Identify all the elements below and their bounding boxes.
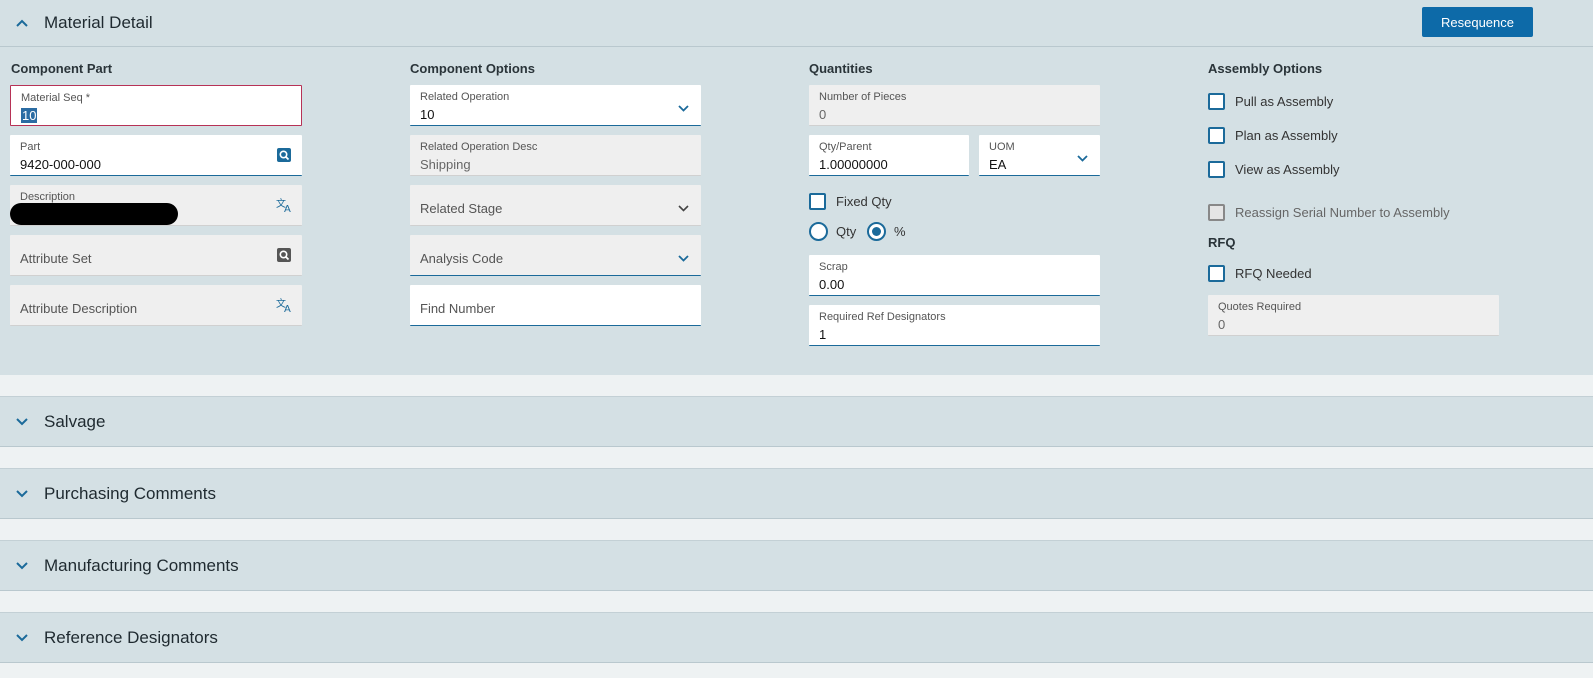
chevron-down-icon[interactable] <box>678 249 689 267</box>
description-label: Description <box>20 191 76 203</box>
attribute-set-field[interactable]: Attribute Set <box>10 235 302 276</box>
material-seq-value: 10 <box>21 108 38 123</box>
chevron-down-icon[interactable] <box>0 489 44 498</box>
manufacturing-comments-title: Manufacturing Comments <box>44 555 239 575</box>
assembly-options-heading: Assembly Options <box>1208 61 1323 76</box>
rfq-heading: RFQ <box>1208 235 1236 250</box>
required-ref-designators-value: 1 <box>819 327 827 342</box>
percent-radio-option[interactable]: % <box>867 222 906 241</box>
qty-radio-label: Qty <box>836 224 857 239</box>
plan-as-assembly-checkbox[interactable]: Plan as Assembly <box>1208 127 1338 144</box>
part-field[interactable]: Part 9420-000-000 <box>10 135 302 176</box>
related-operation-select[interactable]: Related Operation 10 <box>410 85 701 126</box>
related-operation-desc-label: Related Operation Desc <box>420 141 538 153</box>
attribute-set-placeholder: Attribute Set <box>20 251 92 266</box>
material-seq-field[interactable]: Material Seq * 10 <box>10 85 302 126</box>
qty-parent-label: Qty/Parent <box>819 141 872 153</box>
salvage-title: Salvage <box>44 411 106 431</box>
number-of-pieces-field: Number of Pieces 0 <box>809 85 1100 126</box>
uom-select[interactable]: UOM EA <box>979 135 1100 176</box>
component-options-heading: Component Options <box>410 61 535 76</box>
attribute-description-field[interactable]: Attribute Description 文A <box>10 285 302 326</box>
rfq-needed-label: RFQ Needed <box>1235 266 1312 281</box>
analysis-code-placeholder: Analysis Code <box>420 251 504 266</box>
number-of-pieces-label: Number of Pieces <box>819 91 907 103</box>
qty-parent-input[interactable]: Qty/Parent 1.00000000 <box>809 135 969 176</box>
chevron-down-icon[interactable] <box>0 561 44 570</box>
qty-parent-value: 1.00000000 <box>819 157 888 172</box>
find-number-input[interactable]: Find Number <box>410 285 701 326</box>
chevron-down-icon[interactable] <box>678 199 689 217</box>
rfq-needed-checkbox[interactable]: RFQ Needed <box>1208 265 1312 282</box>
search-document-icon[interactable] <box>276 147 292 163</box>
pull-as-assembly-checkbox[interactable]: Pull as Assembly <box>1208 93 1333 110</box>
material-seq-label: Material Seq * <box>21 92 91 104</box>
related-operation-desc-value: Shipping <box>420 157 471 172</box>
search-document-icon[interactable] <box>276 247 292 263</box>
quotes-required-field: Quotes Required 0 <box>1208 295 1499 336</box>
percent-radio[interactable] <box>867 222 886 241</box>
purchasing-comments-title: Purchasing Comments <box>44 483 216 503</box>
view-as-assembly-checkbox[interactable]: View as Assembly <box>1208 161 1340 178</box>
manufacturing-comments-section-header[interactable]: Manufacturing Comments <box>0 540 1593 591</box>
quotes-required-value: 0 <box>1218 317 1226 332</box>
quantities-heading: Quantities <box>809 61 873 76</box>
percent-radio-label: % <box>894 224 906 239</box>
resequence-button[interactable]: Resequence <box>1422 7 1533 37</box>
pull-as-assembly-label: Pull as Assembly <box>1235 94 1334 109</box>
plan-as-assembly-label: Plan as Assembly <box>1235 128 1338 143</box>
svg-text:A: A <box>284 204 291 213</box>
related-operation-label: Related Operation <box>420 91 510 103</box>
qty-radio[interactable] <box>809 222 828 241</box>
svg-text:A: A <box>284 304 291 313</box>
view-as-assembly-box[interactable] <box>1208 161 1225 178</box>
rfq-needed-box[interactable] <box>1208 265 1225 282</box>
quotes-required-label: Quotes Required <box>1218 301 1302 313</box>
reassign-serial-checkbox: Reassign Serial Number to Assembly <box>1208 204 1450 221</box>
material-detail-header[interactable]: Material Detail <box>0 0 1593 47</box>
translate-icon[interactable]: 文A <box>276 197 292 215</box>
salvage-section-header[interactable]: Salvage <box>0 396 1593 447</box>
related-stage-placeholder: Related Stage <box>420 201 503 216</box>
scrap-label: Scrap <box>819 261 848 273</box>
view-as-assembly-label: View as Assembly <box>1235 162 1340 177</box>
required-ref-designators-label: Required Ref Designators <box>819 311 946 323</box>
scrap-input[interactable]: Scrap 0.00 <box>809 255 1100 296</box>
related-operation-value: 10 <box>420 107 435 122</box>
chevron-up-icon[interactable] <box>0 19 44 27</box>
analysis-code-select[interactable]: Analysis Code <box>410 235 701 276</box>
scrap-value: 0.00 <box>819 277 845 292</box>
chevron-down-icon[interactable] <box>0 417 44 426</box>
required-ref-designators-input[interactable]: Required Ref Designators 1 <box>809 305 1100 346</box>
uom-value: EA <box>989 157 1007 172</box>
purchasing-comments-section-header[interactable]: Purchasing Comments <box>0 468 1593 519</box>
component-part-heading: Component Part <box>11 61 113 76</box>
reassign-serial-box <box>1208 204 1225 221</box>
related-operation-desc-field: Related Operation Desc Shipping <box>410 135 701 176</box>
part-label: Part <box>20 141 41 153</box>
chevron-down-icon[interactable] <box>678 99 689 117</box>
redaction-mark <box>10 203 178 225</box>
part-value: 9420-000-000 <box>20 157 101 172</box>
fixed-qty-checkbox[interactable]: Fixed Qty <box>809 193 892 210</box>
related-stage-select[interactable]: Related Stage <box>410 185 701 226</box>
plan-as-assembly-box[interactable] <box>1208 127 1225 144</box>
fixed-qty-label: Fixed Qty <box>836 194 892 209</box>
chevron-down-icon[interactable] <box>1077 149 1088 167</box>
find-number-placeholder: Find Number <box>420 301 496 316</box>
uom-label: UOM <box>989 141 1015 153</box>
material-detail-title: Material Detail <box>44 13 153 32</box>
fixed-qty-box[interactable] <box>809 193 826 210</box>
reference-designators-title: Reference Designators <box>44 627 218 647</box>
reference-designators-section-header[interactable]: Reference Designators <box>0 612 1593 663</box>
reassign-serial-label: Reassign Serial Number to Assembly <box>1235 205 1450 220</box>
pull-as-assembly-box[interactable] <box>1208 93 1225 110</box>
chevron-down-icon[interactable] <box>0 633 44 642</box>
attribute-description-placeholder: Attribute Description <box>20 301 138 316</box>
qty-radio-option[interactable]: Qty <box>809 222 856 241</box>
translate-icon[interactable]: 文A <box>276 297 292 315</box>
number-of-pieces-value: 0 <box>819 107 827 122</box>
